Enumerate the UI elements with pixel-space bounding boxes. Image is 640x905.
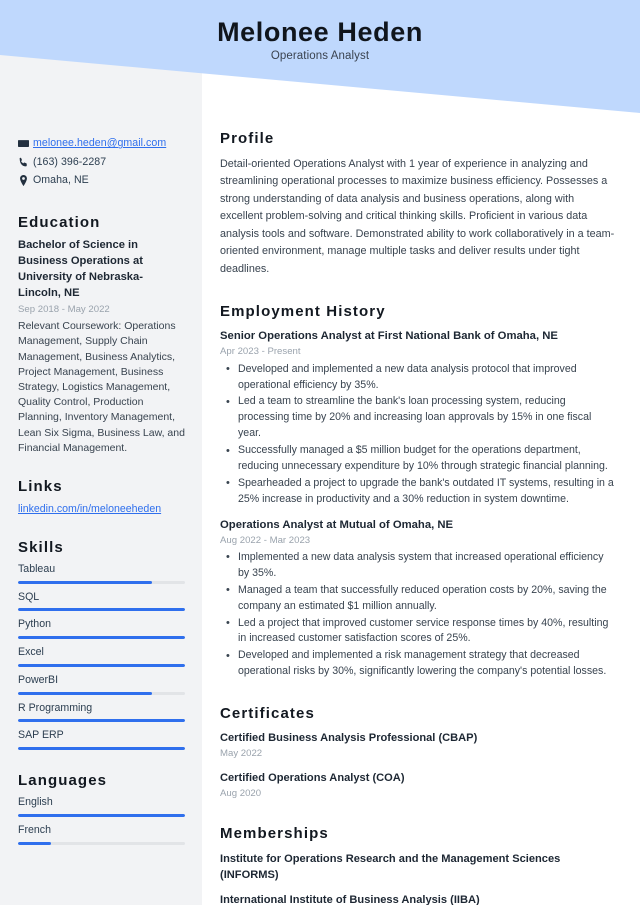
location-pin-icon xyxy=(18,175,33,186)
section-employment-history: Employment History Senior Operations Ana… xyxy=(220,303,616,680)
contact-item-phone: (163) 396-2287 xyxy=(18,155,185,170)
section-certificates: Certificates Certified Business Analysis… xyxy=(220,705,616,800)
certificates-heading: Certificates xyxy=(220,705,315,723)
skill-item-bar-fill xyxy=(18,580,152,584)
skill-item-bar-track xyxy=(18,719,185,723)
job-title: Operations Analyst at Mutual of Omaha, N… xyxy=(220,518,454,531)
language-item-bar-fill xyxy=(18,814,185,818)
skill-item: Tableau xyxy=(18,563,185,584)
skill-item-bar-fill xyxy=(18,691,152,695)
skills-list: Tableau SQL Python Excel PowerBI R Programmin… xyxy=(18,563,185,751)
profile-text: Detail-oriented Operations Analyst with … xyxy=(220,158,615,275)
certificate-date: Aug 2020 xyxy=(220,787,262,799)
link-item-linkedin[interactable]: linkedin.com/in/meloneeheden xyxy=(18,502,185,517)
language-item-label: English xyxy=(18,796,53,809)
certificate-entry: Certified Operations Analyst (COA) Aug 20… xyxy=(220,771,616,800)
skill-item: Excel xyxy=(18,646,185,667)
education-degree: Bachelor of Science in Business Operatio… xyxy=(18,239,143,299)
education-description: Relevant Coursework: Operations Manageme… xyxy=(18,320,185,454)
skill-item-bar-track xyxy=(18,608,185,612)
job-date: Apr 2023 - Present xyxy=(220,346,301,358)
language-item-label: French xyxy=(18,824,51,837)
skill-item-bar-track xyxy=(18,663,185,667)
sidebar: melonee.heden@gmail.com (163) 396-2287 O… xyxy=(0,0,202,905)
membership-entry: Institute for Operations Research and th… xyxy=(220,853,561,882)
section-profile: Profile Detail-oriented Operations Analy… xyxy=(220,0,616,278)
job-date: Aug 2022 - Mar 2023 xyxy=(220,534,311,546)
job-entry: Operations Analyst at Mutual of Omaha, N… xyxy=(220,518,616,680)
skill-item-bar-track xyxy=(18,580,185,584)
skill-item-label: SQL xyxy=(18,590,40,603)
job-bullet: Spearheaded a project to upgrade the ban… xyxy=(226,475,616,508)
skill-item-label: Python xyxy=(18,618,51,631)
skill-item-bar-track xyxy=(18,747,185,751)
skill-item-bar-fill xyxy=(18,747,185,751)
job-title: Senior Operations Analyst at First Natio… xyxy=(220,330,558,343)
job-bullet: Successfully managed a $5 million budget… xyxy=(226,443,616,475)
skill-item-label: Excel xyxy=(18,646,44,659)
job-bullet: Led a project that improved customer ser… xyxy=(226,615,616,648)
contact-email-text[interactable]: melonee.heden@gmail.com xyxy=(33,136,166,150)
envelope-icon xyxy=(18,138,33,149)
profile-heading: Profile xyxy=(220,130,275,147)
certificate-date: May 2022 xyxy=(220,747,263,759)
memberships-heading: Memberships xyxy=(220,825,329,843)
section-links: Links linkedin.com/in/meloneeheden xyxy=(18,478,185,517)
job-bullet: Implemented a new data analysis system t… xyxy=(226,549,616,582)
skill-item: R Programming xyxy=(18,702,185,723)
membership-entry: International Institute of Business Anal… xyxy=(220,894,480,905)
skill-item-bar-track xyxy=(18,636,185,640)
education-heading: Education xyxy=(18,214,101,231)
skill-item-bar-fill xyxy=(18,608,185,612)
skill-item: SAP ERP xyxy=(18,729,185,751)
job-bullet-list: Implemented a new data analysis system t… xyxy=(220,549,616,680)
skill-item-bar-fill xyxy=(18,719,185,723)
job-entry: Senior Operations Analyst at First Natio… xyxy=(220,329,616,507)
certificate-entry: Certified Business Analysis Professional… xyxy=(220,731,616,760)
skill-item-bar-fill xyxy=(18,663,185,667)
skill-item-label: Tableau xyxy=(18,562,56,575)
skills-heading: Skills xyxy=(18,538,64,556)
contact-list: melonee.heden@gmail.com (163) 396-2287 O… xyxy=(18,0,185,188)
job-bullet-list: Developed and implemented a new data ana… xyxy=(220,361,616,508)
section-memberships: Memberships Institute for Operations Res… xyxy=(220,825,616,905)
skill-item-label: SAP ERP xyxy=(18,729,64,742)
languages-heading: Languages xyxy=(18,772,108,790)
phone-icon xyxy=(18,157,33,168)
section-languages: Languages English French xyxy=(18,772,185,845)
links-heading: Links xyxy=(18,478,63,496)
certificate-name: Certified Business Analysis Professional… xyxy=(220,732,478,745)
language-item: English xyxy=(18,796,185,818)
contact-phone-text: (163) 396-2287 xyxy=(33,155,107,168)
language-item-bar-fill xyxy=(18,841,52,845)
contact-item-location: Omaha, NE xyxy=(18,173,185,188)
contact-item-email[interactable]: melonee.heden@gmail.com xyxy=(18,136,185,151)
section-skills: Skills Tableau SQL Python Excel PowerBI R Pro… xyxy=(18,538,185,751)
certificates-list: Certified Business Analysis Professional… xyxy=(220,731,616,800)
certificate-name: Certified Operations Analyst (COA) xyxy=(220,772,405,785)
skill-item-label: R Programming xyxy=(18,701,93,714)
job-bullet: Developed and implemented a new data ana… xyxy=(226,361,616,394)
education-date: Sep 2018 - May 2022 xyxy=(18,303,110,315)
skill-item: PowerBI xyxy=(18,674,185,695)
main-content: Profile Detail-oriented Operations Analy… xyxy=(202,0,640,905)
memberships-list: Institute for Operations Research and th… xyxy=(220,851,616,905)
language-item: French xyxy=(18,824,185,845)
section-education: Education Bachelor of Science in Busines… xyxy=(18,214,185,456)
resume-page: Melonee Heden Operations Analyst melonee… xyxy=(0,0,640,905)
employment-heading: Employment History xyxy=(220,303,386,321)
language-item-bar-track xyxy=(18,841,185,845)
skill-item: SQL xyxy=(18,591,185,612)
language-item-bar-track xyxy=(18,814,185,818)
jobs-list: Senior Operations Analyst at First Natio… xyxy=(220,329,616,680)
job-bullet: Developed and implemented a risk managem… xyxy=(226,648,616,680)
skill-item-label: PowerBI xyxy=(18,673,59,686)
contact-location-text: Omaha, NE xyxy=(33,174,89,187)
languages-list: English French xyxy=(18,796,185,845)
job-bullet: Led a team to streamline the bank's loan… xyxy=(226,394,616,442)
skill-item-bar-track xyxy=(18,691,185,695)
skill-item: Python xyxy=(18,618,185,640)
job-bullet: Managed a team that successfully reduced… xyxy=(226,582,616,615)
skill-item-bar-fill xyxy=(18,636,185,640)
